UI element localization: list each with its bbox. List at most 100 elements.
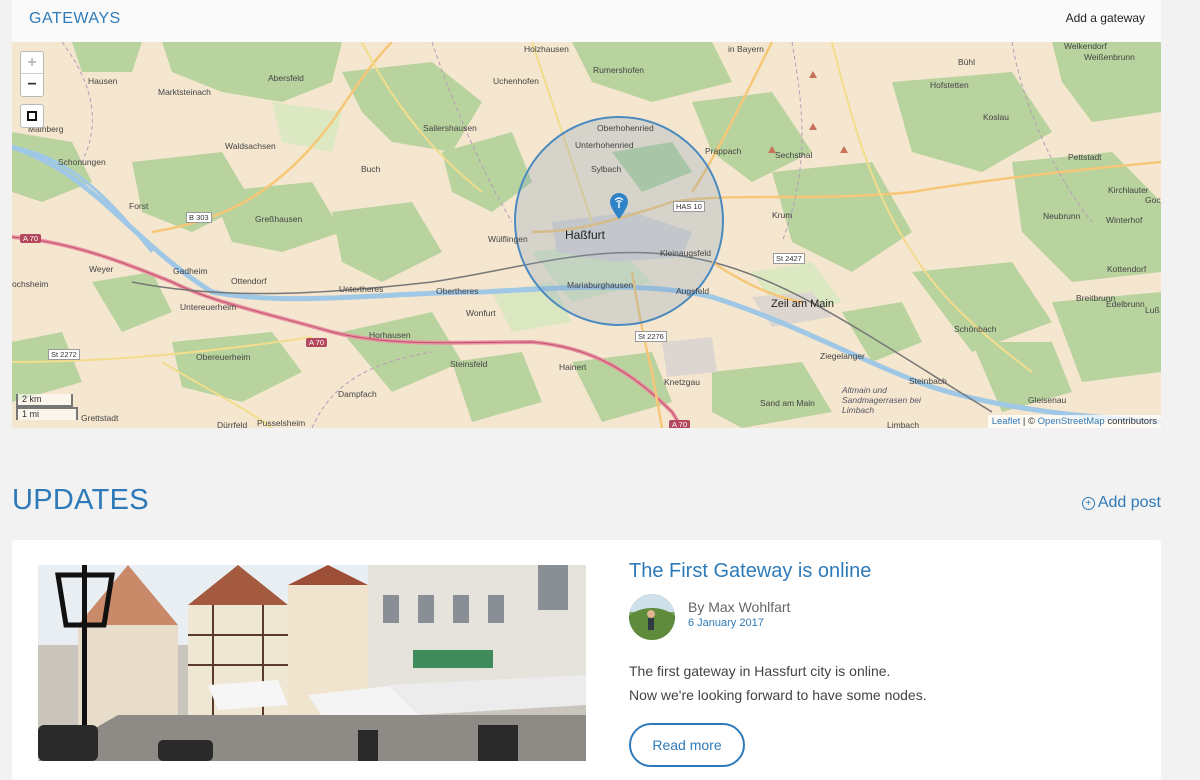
post-card: The First Gateway is online By Max Wohlf… [12, 540, 1161, 780]
map-label-dampfach: Dampfach [338, 389, 377, 399]
road-st2276: St 2276 [635, 331, 667, 342]
fullscreen-button[interactable] [20, 104, 44, 128]
updates-title: UPDATES [12, 484, 149, 516]
map-label-oberhohenried: Oberhohenried [597, 123, 654, 133]
map-label-augsfeld: Augsfeld [676, 286, 710, 296]
add-gateway-link[interactable]: Add a gateway [1066, 11, 1145, 25]
map-label-in-bayern: in Bayern [728, 44, 764, 54]
read-more-button[interactable]: Read more [629, 723, 745, 767]
map-label-wulflingen: Wülflingen [488, 234, 528, 244]
map-label-weyer: Weyer [89, 264, 114, 274]
map-label-sechsthal: Sechsthal [775, 150, 813, 160]
map-label-sailershausen: Sailershausen [423, 123, 477, 133]
map-label-forst: Forst [129, 201, 149, 211]
attribution-separator: | © [1020, 416, 1038, 427]
map-label-pettstadt: Pettstadt [1068, 152, 1102, 162]
map-label-pusselsheim: Pusselsheim [257, 418, 306, 428]
map-label-welkendorf: Welkendorf [1064, 42, 1107, 51]
road-a70-south: A 70 [669, 420, 691, 428]
map-label-marktsteinach: Marktsteinach [158, 87, 211, 97]
map-label-zeil-am-main: Zeil am Main [771, 298, 834, 310]
map-label-ziegelanger: Ziegelanger [820, 351, 865, 361]
map-label-limbach: Limbach [887, 420, 920, 428]
map-label-untertheres: Untertheres [339, 284, 384, 294]
post-image[interactable] [38, 565, 586, 761]
post-excerpt: The first gateway in Hassfurt city is on… [629, 659, 927, 707]
osm-link[interactable]: OpenStreetMap [1038, 416, 1105, 427]
map-label-kleinaugsfeld: Kleinaugsfeld [660, 248, 712, 258]
post-excerpt-line-2: Now we're looking forward to have some n… [629, 687, 927, 703]
road-st2272: St 2272 [48, 349, 80, 360]
post-title-link[interactable]: The First Gateway is online [629, 560, 871, 583]
map-label-koslau: Koslau [983, 112, 1009, 122]
map-label-untereuerheim: Untereuerheim [180, 302, 237, 312]
plus-circle-icon: + [1081, 497, 1095, 510]
map-label-edelbrunn: Edelbrunn [1106, 299, 1145, 309]
map-label-knetzgau: Knetzgau [664, 377, 700, 387]
map-label-ochsheim: ochsheim [12, 279, 49, 289]
map-label-gleisenau: Gleisenau [1028, 395, 1067, 405]
map-label-obertheres: Obertheres [436, 286, 479, 296]
map-label-grettstadt: Grettstadt [81, 413, 119, 423]
map-label-steinsfeld: Steinsfeld [450, 359, 488, 369]
post-author: By Max Wohlfart [688, 599, 791, 615]
map-label-winterhof: Winterhof [1106, 215, 1143, 225]
map-label-schoenbach: Schönbach [954, 324, 997, 334]
gateways-header: GATEWAYS Add a gateway [12, 0, 1161, 42]
zoom-in-button[interactable]: + [21, 52, 43, 74]
add-post-label: Add post [1097, 494, 1161, 511]
map-label-hofstetten: Hofstetten [930, 80, 969, 90]
scale-mi: 1 mi [16, 407, 78, 420]
map-label-schonungen: Schonungen [58, 157, 106, 167]
map-label-altmain: Altmain und Sandmagerrasen bei Limbach [842, 385, 921, 415]
post-date: 6 January 2017 [688, 617, 764, 629]
add-post-button[interactable]: + Add post [1081, 494, 1161, 512]
map-label-hausen: Hausen [88, 76, 118, 86]
map-label-rumershofen: Rumershofen [593, 65, 645, 75]
map-label-unterhohenried: Unterhohenried [575, 140, 634, 150]
map-label-durrfeld: Dürrfeld [217, 420, 248, 428]
road-b303: B 303 [186, 212, 212, 223]
gateways-title: GATEWAYS [29, 10, 121, 27]
map-label-sand-am-main: Sand am Main [760, 398, 815, 408]
map-label-obereuerheim: Obereuerheim [196, 352, 251, 362]
map-label-waldsachsen: Waldsachsen [225, 141, 276, 151]
map-label-mariaburghausen: Mariaburghausen [567, 280, 634, 290]
map-label-goc: Goc [1145, 195, 1161, 205]
leaflet-link[interactable]: Leaflet [992, 416, 1021, 427]
map-label-weissenbrunn: Weißenbrunn [1084, 52, 1135, 62]
map-label-buhl: Bühl [958, 57, 976, 67]
zoom-control: + − [20, 51, 44, 97]
map-label-neubrunn: Neubrunn [1043, 211, 1081, 221]
zoom-out-button[interactable]: − [21, 74, 43, 96]
map-label-kirchlauter: Kirchlauter [1108, 185, 1149, 195]
author-avatar [629, 594, 675, 640]
fullscreen-icon [27, 111, 37, 121]
map-label-luss: Luß [1145, 305, 1160, 315]
map-label-gadheim: Gadheim [173, 266, 208, 276]
road-has10: HAS 10 [673, 201, 705, 212]
road-a70-west: A 70 [20, 234, 42, 243]
gateways-panel: GATEWAYS Add a gateway Holzhausen in Bay… [12, 0, 1161, 428]
map-label-gresshausen: Greßhausen [255, 214, 303, 224]
map-label-holzhausen: Holzhausen [524, 44, 569, 54]
map-label-hassfurt: Haßfurt [565, 228, 606, 242]
road-st2427: St 2427 [773, 253, 805, 264]
map-label-buch: Buch [361, 164, 381, 174]
map-label-hainert: Hainert [559, 362, 587, 372]
attribution-suffix: contributors [1104, 416, 1157, 427]
gateway-marker-icon[interactable] [610, 193, 628, 219]
map-label-ottendorf: Ottendorf [231, 276, 267, 286]
map-label-abersfeld: Abersfeld [268, 73, 304, 83]
scale-km: 2 km [16, 394, 73, 407]
map-label-prappach: Prappach [705, 146, 742, 156]
post-excerpt-line-1: The first gateway in Hassfurt city is on… [629, 663, 891, 679]
gateway-map[interactable]: Holzhausen in Bayern Welkendorf Weißenbr… [12, 42, 1161, 428]
map-label-uchenhofen: Uchenhofen [493, 76, 539, 86]
map-label-kottendorf: Kottendorf [1107, 264, 1147, 274]
map-label-krum: Krum [772, 210, 793, 220]
map-label-wonfurt: Wonfurt [466, 308, 496, 318]
map-label-sylbach: Sylbach [591, 164, 622, 174]
map-scale: 2 km 1 mi [16, 394, 78, 420]
road-a70-mid: A 70 [306, 338, 328, 347]
